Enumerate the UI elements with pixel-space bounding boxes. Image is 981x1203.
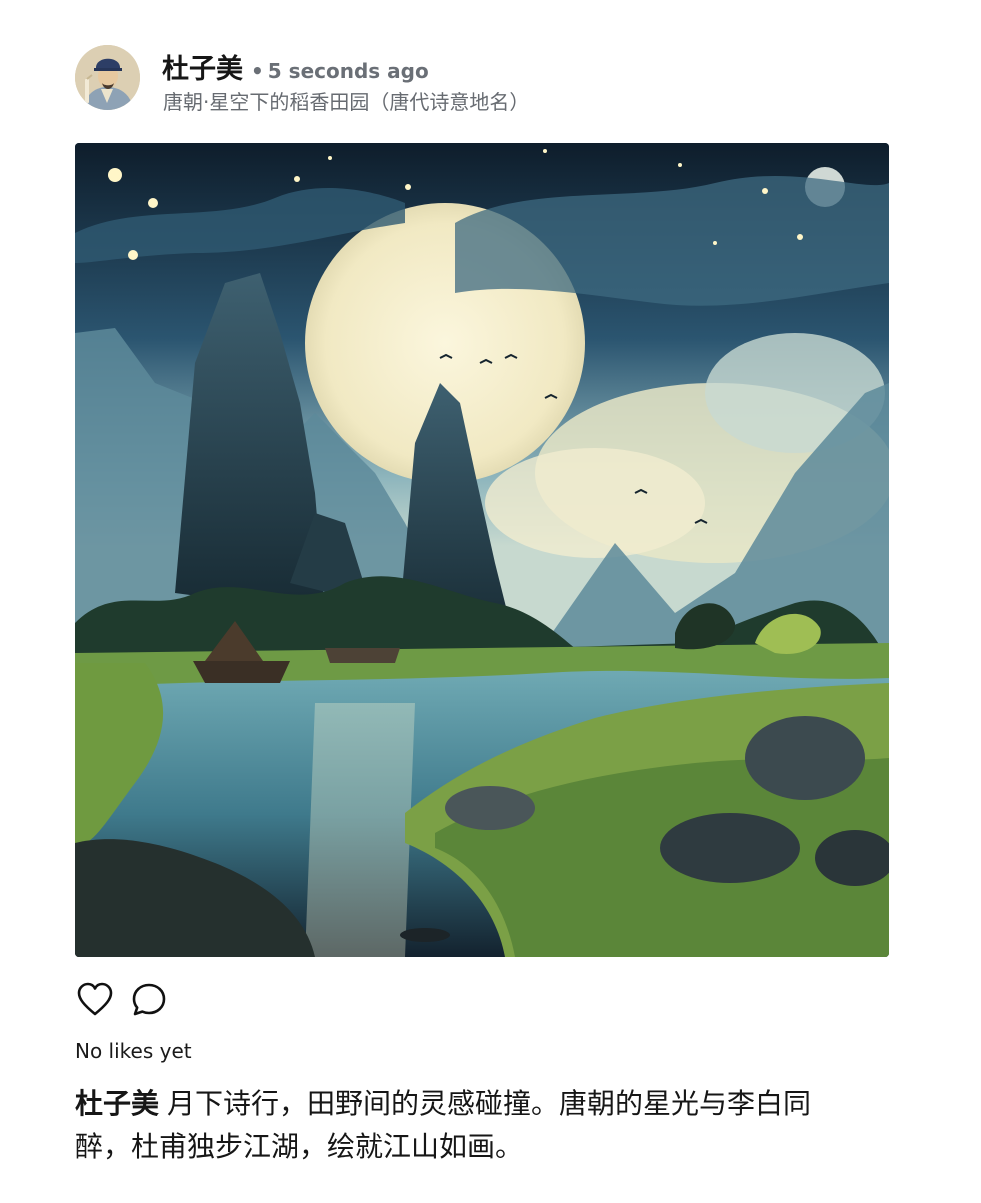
moonlit-landscape-icon (75, 143, 889, 957)
heart-icon (77, 982, 113, 1016)
likes-count: No likes yet (75, 1039, 192, 1063)
post-caption: 杜子美 月下诗行，田野间的灵感碰撞。唐朝的星光与李白同醉，杜甫独步江湖，绘就江山如… (75, 1082, 865, 1168)
post-location[interactable]: 唐朝·星空下的稻香田园（唐代诗意地名） (163, 86, 529, 115)
separator-dot: • (251, 59, 264, 83)
caption-text: 月下诗行，田野间的灵感碰撞。唐朝的星光与李白同醉，杜甫独步江湖，绘就江山如画。 (75, 1087, 812, 1163)
avatar[interactable] (75, 45, 140, 110)
post-header-line: 杜子美 • 5 seconds ago (162, 47, 429, 86)
caption-author[interactable]: 杜子美 (75, 1087, 159, 1120)
author-name[interactable]: 杜子美 (162, 47, 243, 86)
comment-button[interactable] (130, 981, 168, 1019)
like-button[interactable] (76, 981, 114, 1019)
poet-avatar-icon (75, 45, 140, 110)
comment-icon (132, 983, 166, 1016)
post-timestamp: 5 seconds ago (267, 59, 429, 83)
post-actions (76, 981, 168, 1021)
post-image[interactable] (75, 143, 889, 957)
post-card: 杜子美 • 5 seconds ago 唐朝·星空下的稻香田园（唐代诗意地名） (0, 0, 981, 1203)
